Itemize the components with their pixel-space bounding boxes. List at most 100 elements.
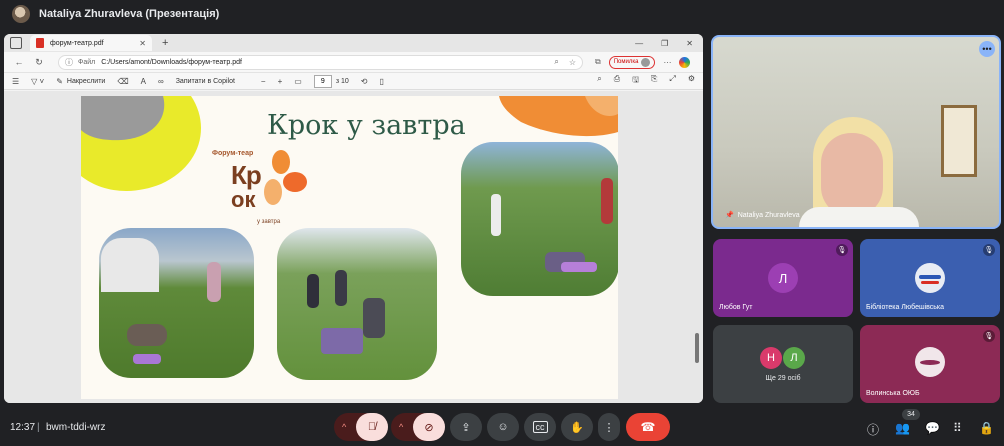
back-icon[interactable]: ← <box>12 57 26 67</box>
collections-icon[interactable]: ⧉ <box>595 57 601 67</box>
profile-error-button[interactable]: Помилка <box>608 55 656 69</box>
presenter-name-label: 📌 Nataliya Zhuravleva <box>725 211 800 219</box>
emoji-icon: ☺ <box>497 421 509 433</box>
draw-button[interactable]: Накреслити <box>67 78 105 85</box>
mic-options-chevron-icon[interactable]: ^ <box>342 422 346 432</box>
participant-tile-2[interactable]: 🎙 Бібліотека Любешівська <box>860 239 1000 317</box>
tab-actions-icon[interactable] <box>10 37 22 49</box>
rotate-icon[interactable]: ⟲ <box>361 77 368 86</box>
pdf-toolbar: ☰ ▽ ˅ ✎ Накреслити ⌫ A ∞ Запитати в Copi… <box>4 72 703 90</box>
captions-icon: cc <box>532 421 548 433</box>
read-aloud-icon[interactable]: A <box>141 77 146 86</box>
raise-hand-button[interactable]: ✋ <box>561 413 593 441</box>
participant-tile-1[interactable]: Л 🎙 Любов Гут <box>713 239 853 317</box>
muted-mic-icon: 🎙 <box>983 330 995 342</box>
pdf-file-icon <box>36 38 44 48</box>
present-screen-button[interactable]: ⇪ <box>450 413 482 441</box>
participant-name: Волинська ОЮБ <box>866 390 920 397</box>
url-path: C:/Users/amont/Downloads/форум-театр.pdf <box>101 58 242 66</box>
zoom-icon[interactable]: ⌕ <box>554 57 558 67</box>
participant-letter-avatar: Л <box>768 263 798 293</box>
refresh-icon[interactable]: ↻ <box>32 57 46 68</box>
url-box[interactable]: ⓘ Файл C:/Users/amont/Downloads/форум-те… <box>58 54 583 70</box>
presenter-name: Nataliya Zhuravleva <box>737 212 800 219</box>
camera-options-chevron-icon[interactable]: ^ <box>399 422 403 432</box>
page-view-icon[interactable]: ▯ <box>379 77 383 86</box>
present-screen-icon: ⇪ <box>461 421 471 434</box>
page-number-input[interactable] <box>313 74 332 88</box>
participant-count-badge: 34 <box>902 409 920 420</box>
pdf-viewer[interactable]: Крок у завтра Форум-теар Кр ок у завтра <box>4 91 703 403</box>
pdf-slide: Крок у завтра Форум-теар Кр ок у завтра <box>81 96 618 399</box>
meeting-header: Nataliya Zhuravleva (Презентація) <box>0 0 1004 28</box>
participant-tile-4[interactable]: 🎙 Волинська ОЮБ <box>860 325 1000 403</box>
draw-icon[interactable]: ✎ <box>56 77 63 86</box>
eraser-icon[interactable]: ⌫ <box>117 77 128 86</box>
pdf-scrollbar[interactable] <box>695 95 699 395</box>
people-icon[interactable]: 👥 <box>895 421 910 435</box>
chat-icon[interactable]: 💬 <box>925 421 940 435</box>
presenter-face <box>821 133 883 217</box>
more-avatar-2: Л <box>783 347 805 369</box>
immersive-reader-icon[interactable]: ∞ <box>158 77 164 86</box>
favorite-star-icon[interactable]: ☆ <box>569 58 576 67</box>
more-menu-icon[interactable]: ⋯ <box>663 58 671 67</box>
contents-icon[interactable]: ☰ <box>12 77 19 86</box>
logo-line2: ок <box>231 187 256 212</box>
pin-icon: 📌 <box>725 212 734 219</box>
more-avatar-1: Н <box>760 347 782 369</box>
library-logo-avatar <box>915 263 945 293</box>
fullscreen-icon[interactable]: ⤢ <box>669 74 675 88</box>
meeting-controls-bar: 12:37 | bwm-tddi-wrz ^ 🎙̸ ^ ⊘ ⇪ ☺ cc ✋ ⋮… <box>0 409 1004 446</box>
mic-toggle-button[interactable]: 🎙̸ <box>356 413 388 441</box>
pdf-scroll-thumb[interactable] <box>695 333 699 363</box>
library-logo-avatar <box>915 347 945 377</box>
search-icon[interactable]: ⌕ <box>597 74 601 88</box>
settings-icon[interactable]: ⚙ <box>688 74 695 88</box>
browser-tab-pdf[interactable]: форум-театр.pdf ✕ <box>30 35 152 51</box>
photo-tent-group <box>99 228 254 378</box>
copilot-icon[interactable] <box>679 56 691 68</box>
tab-close-icon[interactable]: ✕ <box>139 39 146 48</box>
camera-toggle-button[interactable]: ⊘ <box>413 413 445 441</box>
save-icon[interactable]: 🖫 <box>632 74 639 88</box>
zoom-out-icon[interactable]: − <box>261 77 266 86</box>
time-separator: | <box>37 422 40 433</box>
captions-button[interactable]: cc <box>524 413 556 441</box>
presenter-title: Nataliya Zhuravleva (Презентація) <box>39 8 220 20</box>
address-bar: ← ↻ ⓘ Файл C:/Users/amont/Downloads/фору… <box>4 52 703 72</box>
wall-picture <box>941 105 977 177</box>
more-options-button[interactable]: ⋮ <box>598 413 620 441</box>
tile-options-icon[interactable]: ••• <box>979 41 995 57</box>
ask-copilot-button[interactable]: Запитати в Copilot <box>176 78 235 85</box>
meeting-code: bwm-tddi-wrz <box>46 422 106 433</box>
activities-icon[interactable]: ⠿ <box>953 421 962 435</box>
new-tab-button[interactable]: + <box>162 37 168 49</box>
pdf-toolbar-right: ⌕ ⎙ 🖫 ⎘ ⤢ ⚙ <box>597 74 703 88</box>
info-icon[interactable]: ⓘ <box>65 57 73 68</box>
profile-avatar-icon <box>641 57 651 67</box>
participant-name: Любов Гут <box>719 304 753 311</box>
browser-actions: ⧉ Помилка ⋯ <box>595 55 691 69</box>
more-participants-label: Ще 29 осіб <box>765 375 801 382</box>
tab-title: форум-театр.pdf <box>50 39 104 47</box>
participant-tile-presenter[interactable]: ••• 📌 Nataliya Zhuravleva <box>711 35 1001 229</box>
more-vert-icon: ⋮ <box>603 421 615 434</box>
reactions-button[interactable]: ☺ <box>487 413 519 441</box>
minimize-icon[interactable]: — <box>635 39 643 48</box>
zoom-in-icon[interactable]: + <box>278 77 283 86</box>
save-as-icon[interactable]: ⎘ <box>651 74 657 88</box>
mic-off-icon: 🎙̸ <box>367 421 377 433</box>
leave-call-button[interactable]: ☎ <box>626 413 670 441</box>
print-icon[interactable]: ⎙ <box>614 74 620 88</box>
camera-off-icon: ⊘ <box>424 421 434 434</box>
host-controls-icon[interactable]: 🔒 <box>979 421 994 435</box>
highlight-icon[interactable]: ▽ ˅ <box>31 77 44 86</box>
camera-control-group: ^ ⊘ <box>391 413 445 441</box>
restore-icon[interactable]: ❐ <box>661 39 668 48</box>
fit-page-icon[interactable]: ▭ <box>294 77 302 86</box>
hang-up-icon: ☎ <box>640 420 656 434</box>
meeting-info-icon[interactable]: ⓘ <box>867 421 879 438</box>
close-window-icon[interactable]: ✕ <box>686 39 693 48</box>
more-participants-tile[interactable]: Н Л Ще 29 осіб <box>713 325 853 403</box>
